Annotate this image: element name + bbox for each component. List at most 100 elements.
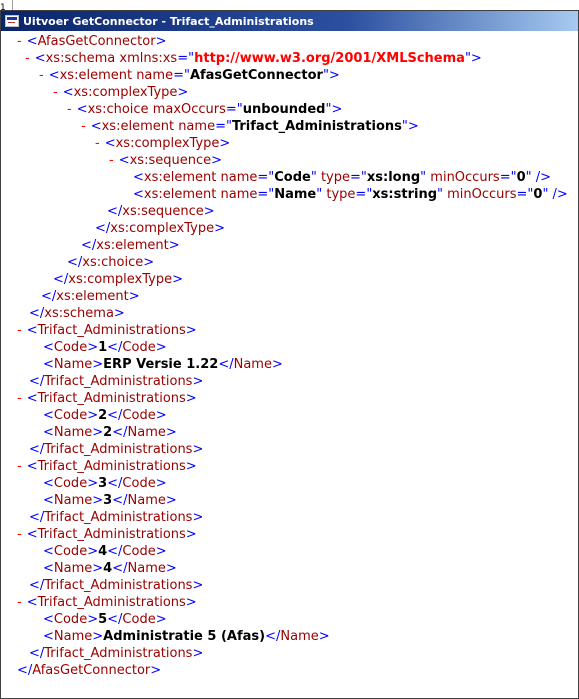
xml-token: < — [133, 170, 144, 185]
xml-token: =" — [225, 102, 243, 117]
collapse-toggle[interactable]: - — [17, 34, 22, 49]
xml-line: - <Trifact_Administrations> — [17, 594, 197, 611]
xml-token: xs:element — [56, 289, 129, 304]
xml-line: </xs:element> — [41, 288, 140, 305]
collapse-toggle[interactable]: - — [17, 323, 22, 338]
xml-token: xmlns:xs — [115, 51, 178, 66]
window-titlebar[interactable]: Uitvoer GetConnector - Trifact_Administr… — [1, 11, 578, 31]
xml-line: </Trifact_Administrations> — [29, 577, 203, 594]
xml-token: > — [150, 663, 162, 678]
xml-token: =" — [257, 187, 275, 202]
xml-line: <Code>2</Code> — [43, 407, 167, 424]
xml-token: > — [92, 629, 104, 644]
xml-token: xs:element — [59, 68, 133, 83]
xml-token: Code — [122, 612, 156, 627]
xml-token: minOccurs — [442, 187, 517, 202]
xml-token: < — [133, 187, 144, 202]
xml-token: < — [62, 85, 74, 100]
xml-token: Name — [233, 357, 272, 372]
xml-token: minOccurs — [426, 170, 500, 185]
xml-token: </ — [218, 357, 234, 372]
xml-token: Trifact_Administrations — [231, 119, 402, 134]
xml-token: =" — [499, 170, 517, 185]
xml-line: - <xs:element name="AfasGetConnector"> — [39, 67, 340, 84]
xml-token: > — [128, 289, 140, 304]
xml-token: > — [87, 408, 99, 423]
xml-token: 2 — [103, 425, 113, 440]
xml-token: > — [192, 442, 204, 457]
xml-token: > — [271, 357, 283, 372]
xml-token: =" — [516, 187, 534, 202]
xml-line: </Trifact_Administrations> — [29, 645, 203, 662]
xml-token: > — [143, 255, 155, 270]
collapse-toggle[interactable]: - — [25, 51, 30, 66]
collapse-toggle[interactable]: - — [95, 136, 100, 151]
xml-token: AfasGetConnector — [189, 68, 323, 83]
xml-token: > — [172, 272, 183, 287]
xml-line: <xs:element name="Code" type="xs:long" m… — [133, 169, 551, 186]
xml-token: xs:complexType — [110, 221, 215, 236]
xml-token: AfasGetConnector — [37, 34, 156, 49]
xml-token: </ — [107, 408, 123, 423]
xml-token: http://www.w3.org/2001/XMLSchema — [194, 51, 465, 66]
xml-token: </ — [81, 238, 97, 253]
xml-token: ERP Versie 1.22 — [103, 357, 219, 372]
collapse-toggle[interactable]: - — [17, 459, 22, 474]
xml-token: < — [43, 612, 54, 627]
collapse-toggle[interactable]: - — [17, 391, 22, 406]
xml-token: Trifact_Administrations — [37, 391, 186, 406]
xml-line: <Name>2</Name> — [43, 424, 177, 441]
xml-token: < — [43, 425, 54, 440]
xml-token: Name — [127, 425, 166, 440]
xml-token: 4 — [103, 561, 113, 576]
xml-token: Code — [53, 476, 88, 491]
xml-token: " /> — [525, 170, 551, 185]
collapse-toggle[interactable]: - — [17, 595, 22, 610]
collapse-toggle[interactable]: - — [109, 153, 114, 168]
xml-token: Name — [280, 629, 319, 644]
xml-token: Code — [122, 340, 156, 355]
xml-token: > — [92, 493, 104, 508]
window-title: Uitvoer GetConnector - Trifact_Administr… — [23, 14, 314, 28]
xml-token: Code — [53, 408, 88, 423]
xml-line: <Code>1</Code> — [43, 339, 167, 356]
xml-token: " /> — [542, 187, 568, 202]
xml-token: < — [43, 357, 54, 372]
xml-token: < — [43, 629, 54, 644]
xml-token: </ — [29, 578, 45, 593]
collapse-toggle[interactable]: - — [39, 68, 44, 83]
collapse-toggle[interactable]: - — [53, 85, 58, 100]
xml-token: xs:sequence — [129, 153, 212, 168]
xml-token: < — [43, 561, 54, 576]
collapse-toggle[interactable]: - — [81, 119, 86, 134]
xml-line: <Name>ERP Versie 1.22</Name> — [43, 356, 283, 373]
xml-line: </Trifact_Administrations> — [29, 441, 203, 458]
xml-token: xs:sequence — [122, 204, 204, 219]
xml-token: Trifact_Administrations — [37, 323, 186, 338]
xml-token: > — [87, 612, 99, 627]
xml-line: </xs:sequence> — [107, 203, 215, 220]
xml-token: xs:schema — [44, 306, 114, 321]
xml-token: > — [185, 459, 197, 474]
xml-token: > — [92, 357, 104, 372]
xml-token: > — [155, 340, 167, 355]
xml-token: > — [203, 204, 215, 219]
xml-token: > — [155, 476, 167, 491]
xml-token: </ — [265, 629, 281, 644]
xml-token: > — [168, 238, 180, 253]
xml-token: =" — [177, 51, 195, 66]
xml-token: > — [192, 510, 204, 525]
xml-token: </ — [112, 493, 128, 508]
collapse-toggle[interactable]: - — [67, 102, 72, 117]
xml-token: < — [34, 51, 46, 66]
xml-line: <Name>4</Name> — [43, 560, 177, 577]
xml-line: </xs:complexType> — [95, 220, 225, 237]
collapse-toggle[interactable]: - — [17, 527, 22, 542]
xml-token: Code — [53, 340, 88, 355]
xml-token: </ — [107, 204, 123, 219]
xml-token: </ — [67, 255, 83, 270]
xml-token: Name — [53, 357, 93, 372]
xml-token: </ — [29, 374, 45, 389]
xml-token: </ — [17, 663, 33, 678]
xml-token: xs:element — [101, 119, 175, 134]
